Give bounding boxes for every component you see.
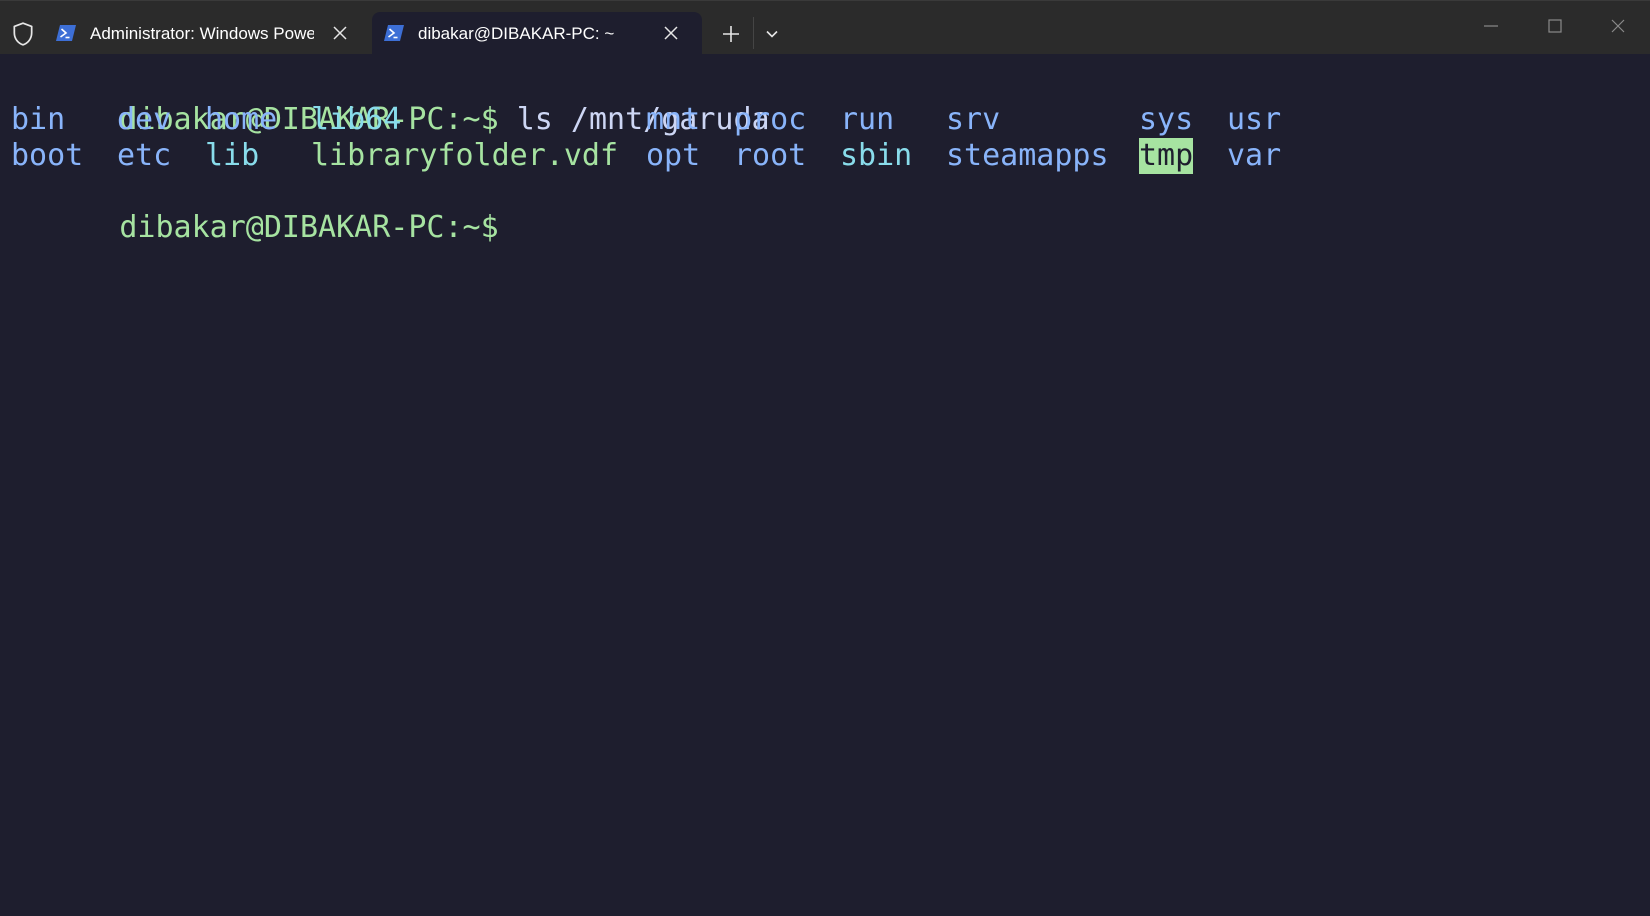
listing-entry: libraryfolder.vdf bbox=[311, 138, 619, 173]
maximize-icon[interactable] bbox=[1544, 15, 1566, 37]
command-line: dibakar@DIBAKAR-PC:~$ ls /mnt/garuda bbox=[11, 66, 769, 137]
listing-entry: tmp bbox=[1139, 138, 1194, 174]
listing-entry: root bbox=[734, 138, 807, 173]
listing-entry: opt bbox=[646, 138, 701, 173]
listing-entry: usr bbox=[1227, 102, 1282, 137]
shield-icon bbox=[13, 22, 33, 46]
listing-row: boot etc lib libraryfolder.vdf opt root sbin st… bbox=[11, 138, 1411, 174]
listing-entry: home bbox=[205, 102, 278, 137]
listing-entry: steamapps bbox=[946, 138, 1109, 173]
terminal-output[interactable]: dibakar@DIBAKAR-PC:~$ ls /mnt/garuda bin… bbox=[0, 54, 1650, 916]
listing-entry: lib bbox=[205, 138, 260, 173]
current-prompt-line[interactable]: dibakar@DIBAKAR-PC:~$ bbox=[11, 174, 498, 245]
close-icon[interactable] bbox=[331, 24, 349, 42]
listing-entry: srv bbox=[946, 102, 1001, 137]
listing-entry: etc bbox=[117, 138, 172, 173]
close-icon[interactable] bbox=[662, 24, 680, 42]
listing-row: bin dev home lib64 mnt proc run srv sys usr bbox=[11, 102, 1411, 138]
powershell-icon bbox=[384, 25, 404, 41]
listing-entry: mnt bbox=[646, 102, 701, 137]
listing-entry: var bbox=[1227, 138, 1282, 173]
listing-entry: proc bbox=[734, 102, 807, 137]
plus-icon[interactable] bbox=[720, 23, 742, 45]
title-bar[interactable]: Administrator: Windows PowerShell dibaka… bbox=[0, 0, 1650, 55]
minimize-icon[interactable] bbox=[1480, 15, 1502, 37]
terminal-window: Administrator: Windows PowerShell dibaka… bbox=[0, 0, 1650, 916]
powershell-icon bbox=[56, 25, 76, 41]
tab-title: dibakar@DIBAKAR-PC: ~ bbox=[418, 24, 615, 43]
listing-entry: bin bbox=[11, 102, 66, 137]
tab-dibakar-shell[interactable]: dibakar@DIBAKAR-PC: ~ bbox=[372, 12, 702, 55]
listing-entry: sbin bbox=[840, 138, 913, 173]
chevron-down-icon[interactable] bbox=[763, 25, 781, 43]
tab-title: Administrator: Windows PowerShell bbox=[90, 24, 314, 43]
listing-entry: dev bbox=[117, 102, 172, 137]
tab-separator bbox=[753, 17, 754, 49]
listing-entry: boot bbox=[11, 138, 84, 173]
listing-entry: lib64 bbox=[311, 102, 402, 137]
listing-entry: sys bbox=[1139, 102, 1194, 137]
close-icon[interactable] bbox=[1607, 15, 1629, 37]
shell-prompt: dibakar@DIBAKAR-PC:~$ bbox=[119, 210, 499, 245]
tab-administrator-powershell[interactable]: Administrator: Windows PowerShell bbox=[44, 12, 372, 55]
listing-entry: run bbox=[840, 102, 895, 137]
